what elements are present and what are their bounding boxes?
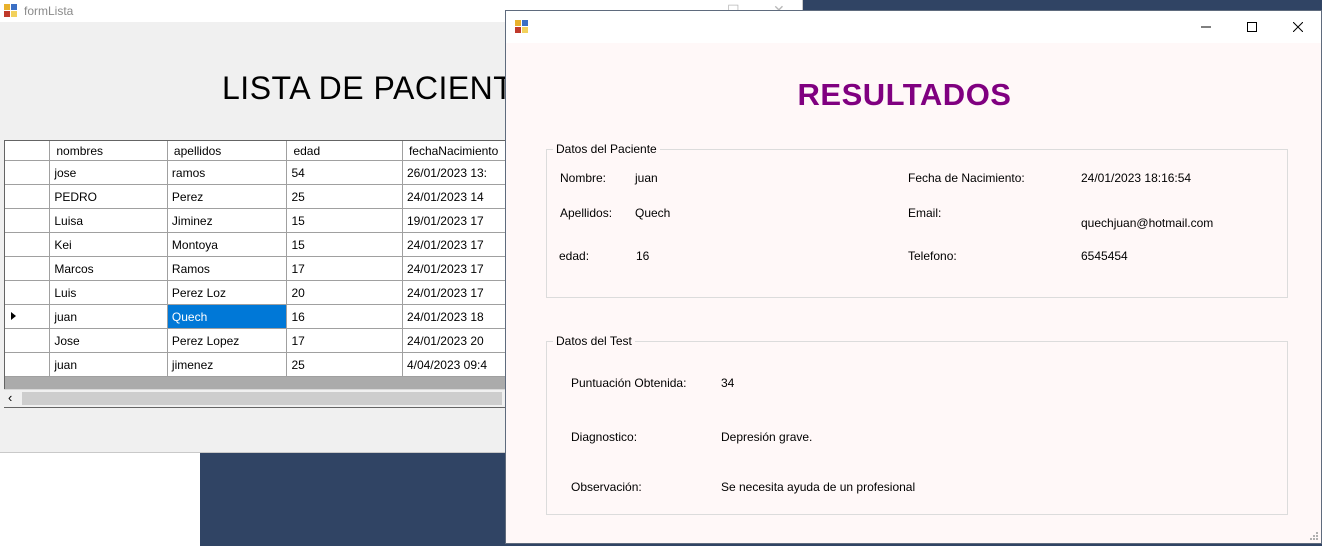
row-header[interactable]	[5, 184, 51, 209]
observacion-label: Observación:	[571, 480, 642, 494]
datos-test-legend: Datos del Test	[553, 334, 635, 348]
cell-nombres[interactable]: Jose	[49, 328, 168, 353]
cell-nombres[interactable]: juan	[49, 304, 168, 329]
cell-edad[interactable]: 15	[286, 208, 403, 233]
scroll-left-icon[interactable]: ‹	[8, 390, 12, 405]
row-header[interactable]	[5, 304, 51, 329]
window-title: formLista	[24, 4, 74, 18]
cell-apellidos[interactable]: Perez Lopez	[167, 328, 288, 353]
cell-apellidos[interactable]: Perez	[167, 184, 288, 209]
resultados-heading: RESULTADOS	[797, 77, 1012, 112]
resultados-titlebar[interactable]	[506, 11, 1321, 43]
cell-edad[interactable]: 25	[286, 184, 403, 209]
row-header[interactable]	[5, 280, 51, 305]
cell-edad[interactable]: 54	[286, 160, 403, 185]
table-row[interactable]: juan jimenez 25 4/04/2023 09:4	[5, 352, 525, 377]
diagnostico-label: Diagnostico:	[571, 430, 638, 444]
apellidos-value: Quech	[635, 206, 671, 220]
fecha-nacimiento-label: Fecha de Nacimiento:	[908, 171, 1025, 185]
edad-value: 16	[636, 249, 650, 263]
column-header-nombres[interactable]: nombres	[49, 141, 168, 161]
edad-label: edad:	[559, 249, 590, 263]
cell-edad[interactable]: 15	[286, 232, 403, 257]
row-header[interactable]	[5, 256, 51, 281]
grid-header-row: nombres apellidos edad fechaNacimiento	[5, 141, 525, 161]
email-label: Email:	[908, 206, 942, 220]
row-header[interactable]	[5, 208, 51, 233]
cell-apellidos[interactable]: Quech	[167, 304, 288, 329]
table-row[interactable]: Jose Perez Lopez 17 24/01/2023 20	[5, 328, 525, 353]
patients-grid[interactable]: nombres apellidos edad fechaNacimiento j…	[4, 140, 526, 408]
nombre-value: juan	[635, 171, 658, 185]
cell-apellidos[interactable]: Perez Loz	[167, 280, 288, 305]
cell-edad[interactable]: 25	[286, 352, 403, 377]
diagnostico-value: Depresión grave.	[721, 430, 813, 444]
cell-apellidos[interactable]: Jiminez	[167, 208, 288, 233]
resultados-window: RESULTADOS Datos del Paciente Nombre: ju…	[505, 10, 1322, 544]
cell-edad[interactable]: 17	[286, 256, 403, 281]
patients-table: nombres apellidos edad fechaNacimiento j…	[5, 141, 525, 377]
table-row[interactable]: Marcos Ramos 17 24/01/2023 17	[5, 256, 525, 281]
minimize-icon[interactable]	[1183, 11, 1229, 43]
row-header[interactable]	[5, 160, 51, 185]
datos-paciente-legend: Datos del Paciente	[553, 142, 660, 156]
cell-apellidos[interactable]: Ramos	[167, 256, 288, 281]
nombre-label: Nombre:	[560, 171, 607, 185]
grid-horizontal-scrollbar[interactable]: ‹	[4, 389, 524, 407]
row-header-corner	[5, 141, 51, 161]
cell-nombres[interactable]: Kei	[49, 232, 168, 257]
observacion-value: Se necesita ayuda de un profesional	[721, 480, 916, 494]
desktop-blank-area	[0, 452, 200, 546]
row-header[interactable]	[5, 328, 51, 353]
cell-nombres[interactable]: Luis	[49, 280, 168, 305]
cell-edad[interactable]: 16	[286, 304, 403, 329]
telefono-value: 6545454	[1081, 249, 1128, 263]
cell-apellidos[interactable]: ramos	[167, 160, 288, 185]
table-row[interactable]: Kei Montoya 15 24/01/2023 17	[5, 232, 525, 257]
cell-edad[interactable]: 20	[286, 280, 403, 305]
table-row[interactable]: juan Quech 16 24/01/2023 18	[5, 304, 525, 329]
maximize-icon[interactable]	[1229, 11, 1275, 43]
table-row[interactable]: Luisa Jiminez 15 19/01/2023 17	[5, 208, 525, 233]
close-icon[interactable]	[1275, 11, 1321, 43]
table-row[interactable]: jose ramos 54 26/01/2023 13:	[5, 160, 525, 185]
datos-paciente-group: Datos del Paciente Nombre: juan Apellido…	[546, 142, 1288, 298]
puntuacion-value: 34	[721, 376, 735, 390]
apellidos-label: Apellidos:	[560, 206, 613, 220]
cell-edad[interactable]: 17	[286, 328, 403, 353]
column-header-edad[interactable]: edad	[286, 141, 403, 161]
cell-apellidos[interactable]: Montoya	[167, 232, 288, 257]
cell-apellidos[interactable]: jimenez	[167, 352, 288, 377]
cell-nombres[interactable]: Luisa	[49, 208, 168, 233]
cell-nombres[interactable]: Marcos	[49, 256, 168, 281]
cell-nombres[interactable]: juan	[49, 352, 168, 377]
table-row[interactable]: Luis Perez Loz 20 24/01/2023 17	[5, 280, 525, 305]
cell-nombres[interactable]: jose	[49, 160, 168, 185]
fecha-nacimiento-value: 24/01/2023 18:16:54	[1081, 171, 1192, 185]
cell-nombres[interactable]: PEDRO	[49, 184, 168, 209]
row-header[interactable]	[5, 232, 51, 257]
row-header[interactable]	[5, 352, 51, 377]
column-header-apellidos[interactable]: apellidos	[167, 141, 288, 161]
puntuacion-label: Puntuación Obtenida:	[571, 376, 687, 390]
telefono-label: Telefono:	[908, 249, 957, 263]
datos-test-group: Datos del Test Puntuación Obtenida: 34 D…	[546, 334, 1288, 515]
row-indicator-icon	[11, 312, 16, 320]
resize-grip-icon[interactable]	[1310, 532, 1318, 540]
table-row[interactable]: PEDRO Perez 25 24/01/2023 14	[5, 184, 525, 209]
email-value: quechjuan@hotmail.com	[1081, 216, 1214, 230]
scrollbar-thumb[interactable]	[22, 392, 502, 405]
app-icon	[515, 20, 529, 34]
app-icon	[4, 4, 18, 18]
